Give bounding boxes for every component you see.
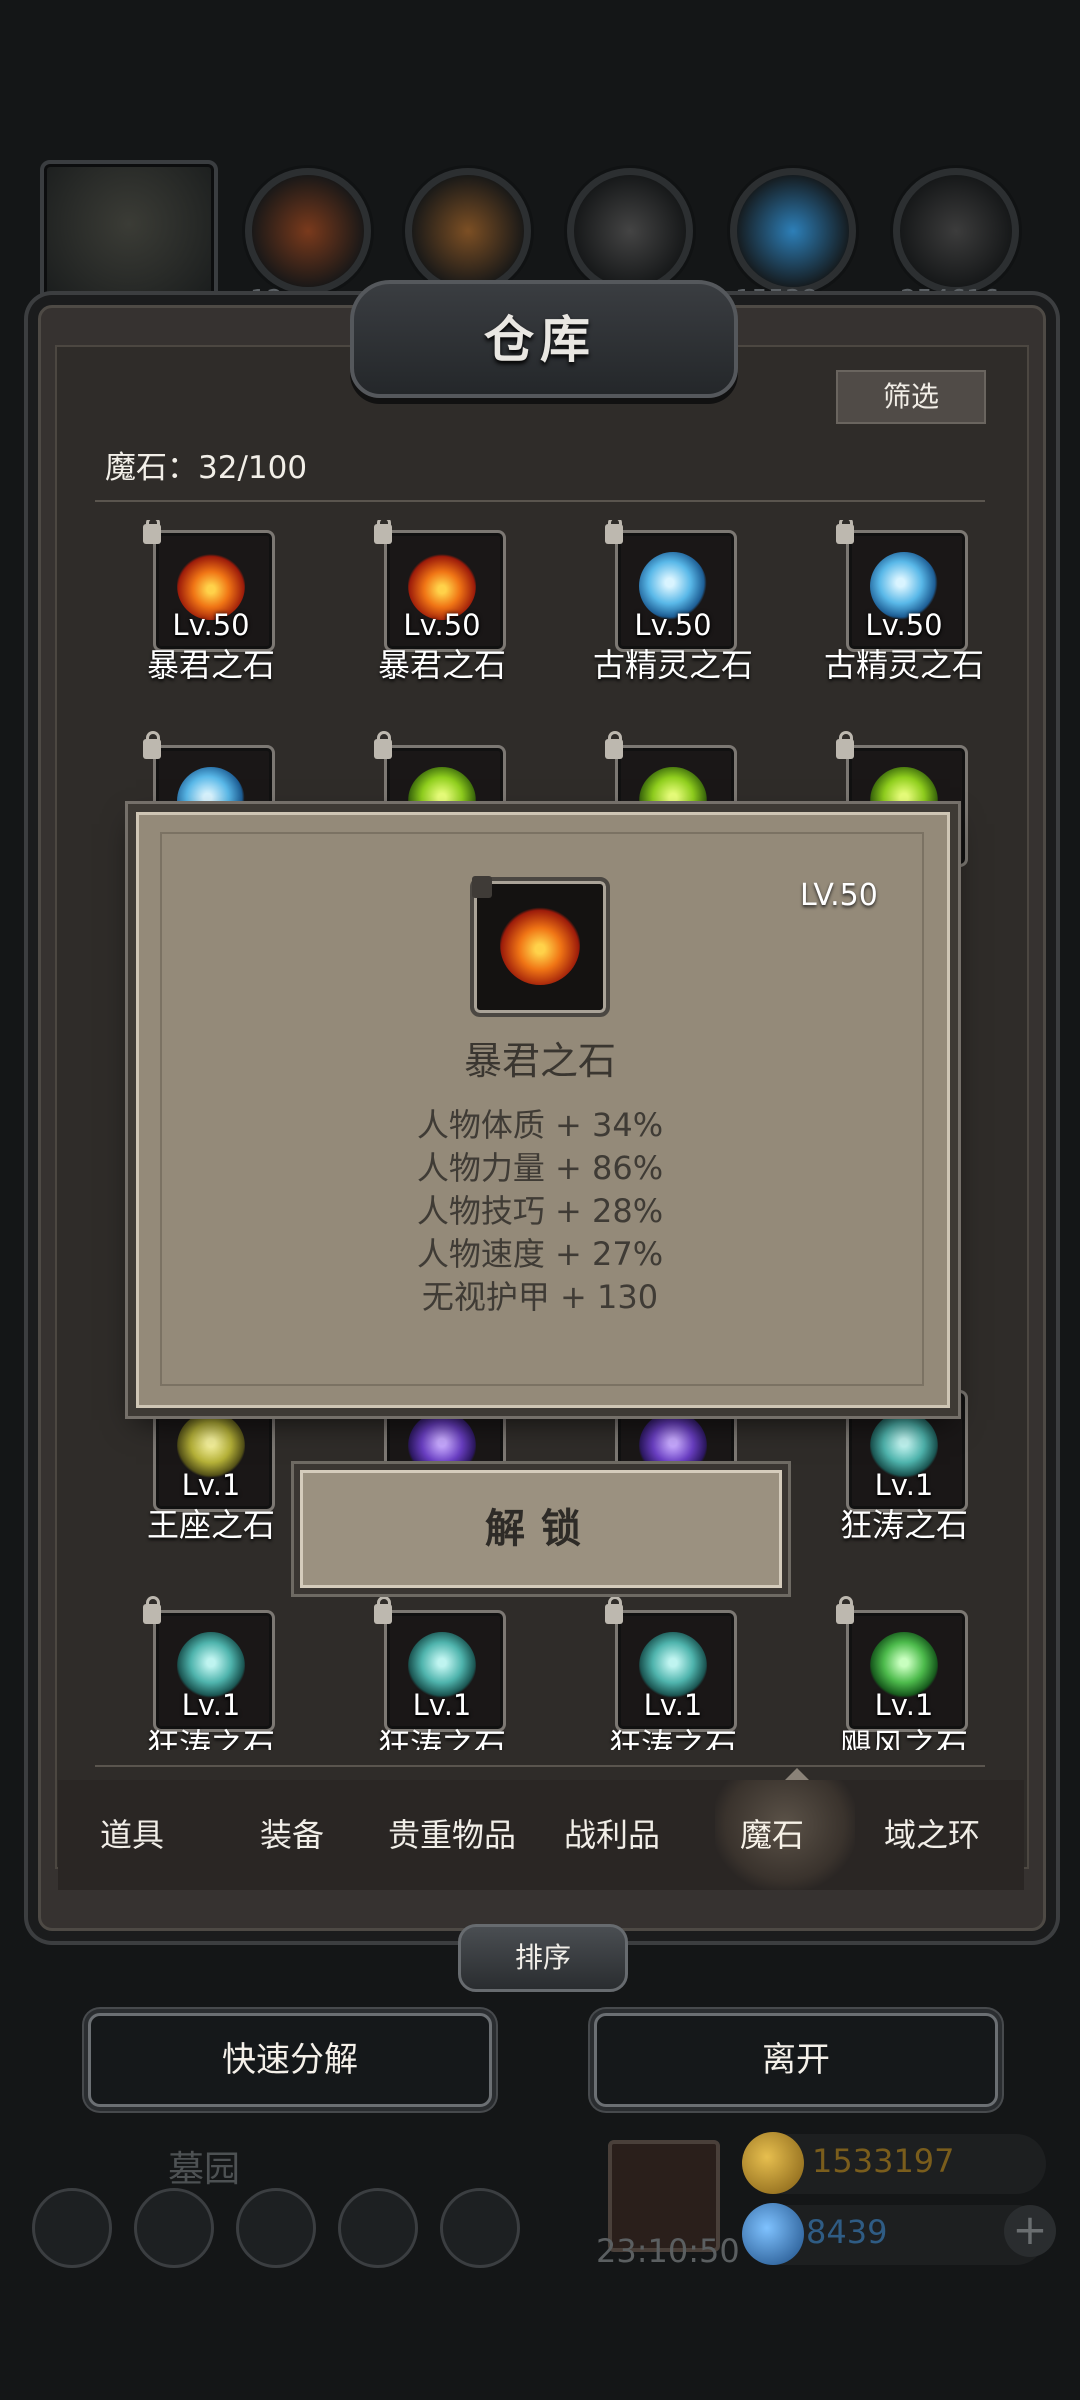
item-slot[interactable]: Lv.1 狂涛之石 — [788, 1376, 985, 1544]
map-icon[interactable] — [440, 2188, 520, 2268]
item-slot[interactable]: Lv.50 古精灵之石 — [788, 520, 985, 684]
tab-1[interactable]: 装备 — [222, 1800, 362, 1870]
item-slot[interactable]: Lv.50 古精灵之石 — [557, 520, 789, 684]
item-level: Lv.1 — [874, 1468, 934, 1502]
iron-bar-icon — [567, 168, 693, 294]
gift-timer: 23:10:50 — [596, 2232, 740, 2270]
item-slot[interactable]: Lv.1 王座之石 — [95, 1376, 327, 1544]
divider — [95, 1765, 985, 1767]
popup-stats: 人物体质 + 34% 人物力量 + 86% 人物技巧 + 28% 人物速度 + … — [136, 1104, 944, 1319]
item-level: Lv.1 — [874, 1688, 934, 1722]
lock-icon — [143, 1596, 161, 1624]
area-name: 墓园 — [168, 2149, 241, 2190]
popup-item-name: 暴君之石 — [463, 1039, 616, 1083]
tab-3[interactable]: 战利品 — [532, 1800, 692, 1870]
item-level: Lv.1 — [181, 1468, 241, 1502]
item-name: 狂涛之石 — [146, 1726, 275, 1750]
tab-2[interactable]: 贵重物品 — [372, 1800, 532, 1870]
lock-icon — [374, 731, 392, 759]
stat-line: 无视护甲 + 130 — [421, 1278, 659, 1316]
item-name: 狂涛之石 — [377, 1726, 506, 1750]
item-name: 飓风之石 — [839, 1726, 968, 1750]
item-level: Lv.50 — [172, 608, 250, 642]
quick-decompose-button[interactable]: 快速分解 — [88, 2013, 492, 2107]
lock-icon — [836, 520, 854, 544]
lock-icon — [472, 876, 492, 898]
avatar-frame[interactable] — [40, 160, 218, 318]
item-name: 狂涛之石 — [608, 1726, 737, 1750]
item-name: 古精灵之石 — [592, 646, 753, 684]
stat-line: 人物技巧 + 28% — [416, 1192, 664, 1230]
sort-button[interactable]: 排序 — [458, 1924, 628, 1992]
item-slot[interactable]: Lv.50 暴君之石 — [326, 520, 558, 684]
tab-active-marker — [785, 1768, 809, 1780]
item-slot[interactable]: Lv.1 飓风之石 — [788, 1596, 985, 1750]
lock-icon — [605, 520, 623, 544]
tab-0[interactable]: 道具 — [62, 1800, 202, 1870]
leave-button[interactable]: 离开 — [594, 2013, 998, 2107]
stone-block-icon — [893, 168, 1019, 294]
filter-button[interactable]: 筛选 — [836, 370, 986, 424]
stat-line: 人物力量 + 86% — [416, 1149, 664, 1187]
settings-icon[interactable] — [32, 2188, 112, 2268]
item-name: 古精灵之石 — [823, 646, 984, 684]
diamond-icon — [742, 2203, 804, 2265]
page-title: 仓库 — [484, 310, 596, 369]
item-slot[interactable]: Lv.1 狂涛之石 — [95, 1596, 327, 1750]
lock-icon — [143, 520, 161, 544]
lock-icon — [605, 1596, 623, 1624]
item-level: Lv.1 — [412, 1688, 472, 1722]
lock-icon — [836, 731, 854, 759]
divider — [95, 500, 985, 502]
item-name: 狂涛之石 — [839, 1506, 968, 1544]
ore-copper-icon — [245, 168, 371, 294]
lock-icon — [374, 1596, 392, 1624]
magic-stone-count: 魔石：32/100 — [105, 450, 308, 486]
lock-icon — [605, 731, 623, 759]
item-level: Lv.50 — [865, 608, 943, 642]
item-level: Lv.50 — [634, 608, 712, 642]
popup-level: LV.50 — [800, 878, 878, 913]
item-name: 暴君之石 — [377, 646, 506, 684]
stat-line: 人物体质 + 34% — [416, 1106, 664, 1144]
stat-line: 人物速度 + 27% — [416, 1235, 664, 1273]
item-slot[interactable]: Lv.1 狂涛之石 — [557, 1596, 789, 1750]
add-diamond-button[interactable]: + — [1004, 2205, 1056, 2257]
item-level: Lv.1 — [643, 1688, 703, 1722]
item-level: Lv.1 — [181, 1688, 241, 1722]
item-slot[interactable]: Lv.50 暴君之石 — [95, 520, 327, 684]
star-icon[interactable] — [134, 2188, 214, 2268]
tab-4[interactable]: 魔石 — [702, 1800, 842, 1870]
lock-icon — [374, 520, 392, 544]
gold-coin-icon — [742, 2132, 804, 2194]
wood-plank-icon — [405, 168, 531, 294]
blue-crystal-icon — [730, 168, 856, 294]
item-slot[interactable]: Lv.1 狂涛之石 — [326, 1596, 558, 1750]
lock-icon — [143, 731, 161, 759]
diamond-amount: 8439 — [806, 2213, 888, 2251]
lock-icon — [836, 1596, 854, 1624]
item-name: 暴君之石 — [146, 646, 275, 684]
item-name: 王座之石 — [146, 1506, 275, 1544]
mail-icon[interactable] — [338, 2188, 418, 2268]
castle-icon[interactable] — [236, 2188, 316, 2268]
gold-amount: 1533197 — [812, 2142, 955, 2180]
unlock-button[interactable]: 解锁 — [300, 1470, 782, 1588]
tyrant-stone-icon — [500, 905, 580, 985]
item-level: Lv.50 — [403, 608, 481, 642]
tab-5[interactable]: 域之环 — [852, 1800, 1012, 1870]
